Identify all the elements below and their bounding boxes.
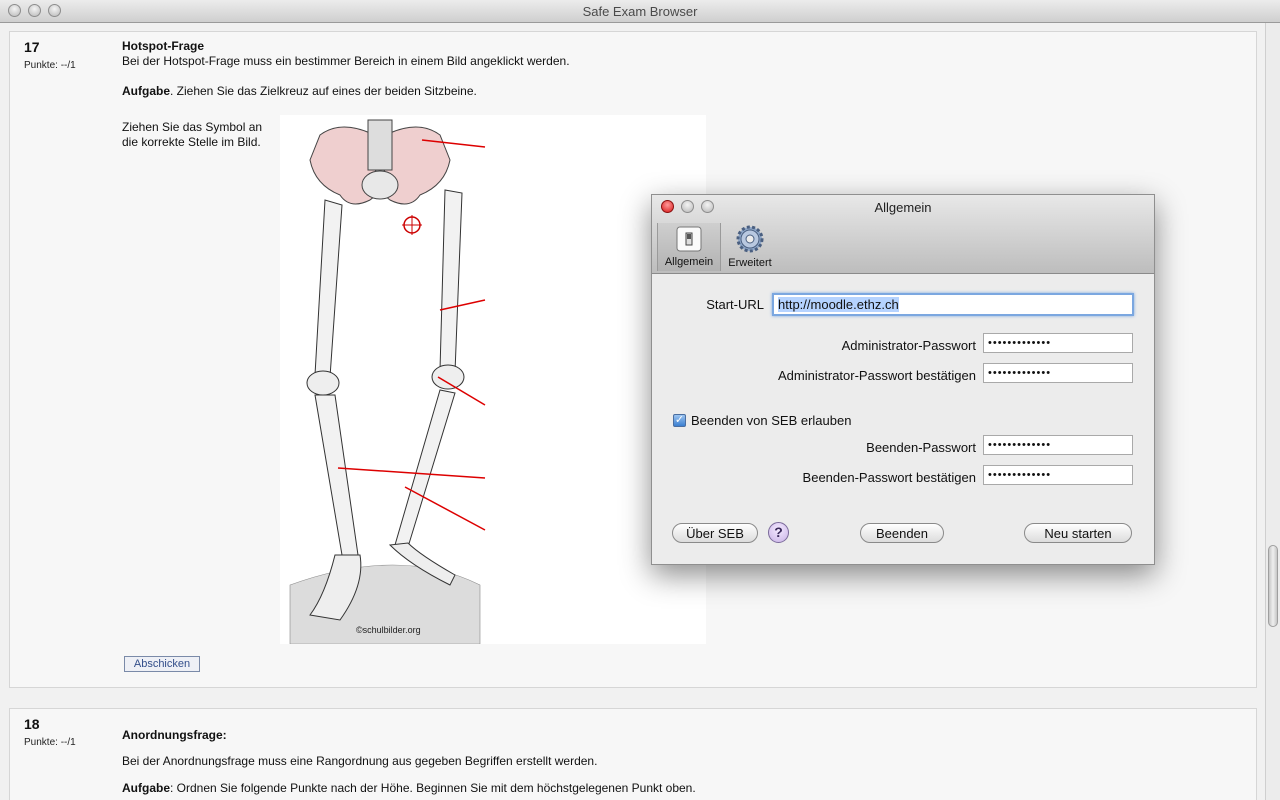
tab-allgemein[interactable]: Allgemein <box>657 223 721 271</box>
instruction-line: Ziehen Sie das Symbol an <box>122 120 263 134</box>
restart-button[interactable]: Neu starten <box>1024 523 1132 543</box>
admin-password-label: Administrator-Passwort <box>841 338 976 353</box>
preferences-dialog: Allgemein Allgemein Erweitert Start-URL … <box>651 194 1155 565</box>
question-title: Anordnungsfrage: <box>122 728 227 742</box>
start-url-label: Start-URL <box>706 297 764 312</box>
question-task: Aufgabe. Ziehen Sie das Zielkreuz auf ei… <box>122 84 477 98</box>
tab-label: Allgemein <box>664 256 714 268</box>
task-label: Aufgabe <box>122 84 170 98</box>
tab-label: Erweitert <box>728 257 772 269</box>
quit-password-field[interactable]: ••••••••••••• <box>983 435 1133 455</box>
vertical-scrollbar[interactable] <box>1265 23 1280 800</box>
submit-button[interactable]: Abschicken <box>124 656 200 672</box>
admin-password-confirm-field[interactable]: ••••••••••••• <box>983 363 1133 383</box>
allow-quit-label: Beenden von SEB erlauben <box>691 413 852 428</box>
scrollbar-thumb[interactable] <box>1268 545 1278 627</box>
dialog-toolbar: Allgemein Allgemein Erweitert <box>652 195 1154 274</box>
window-title: Safe Exam Browser <box>582 4 698 19</box>
quit-password-confirm-field[interactable]: ••••••••••••• <box>983 465 1133 485</box>
quit-button[interactable]: Beenden <box>860 523 944 543</box>
question-task: Aufgabe: Ordnen Sie folgende Punkte nach… <box>122 781 696 795</box>
question-points: Punkte: --/1 <box>24 60 76 71</box>
dialog-title: Allgemein <box>874 200 932 215</box>
instruction-line: die korrekte Stelle im Bild. <box>122 135 261 149</box>
allow-quit-checkbox[interactable]: ✓ <box>673 414 686 427</box>
help-button[interactable]: ? <box>768 522 789 543</box>
admin-password-field[interactable]: ••••••••••••• <box>983 333 1133 353</box>
question-description: Bei der Anordnungsfrage muss eine Rangor… <box>122 754 598 768</box>
about-seb-button[interactable]: Über SEB <box>672 523 758 543</box>
task-label: Aufgabe <box>122 781 170 795</box>
question-title: Hotspot-Frage <box>122 39 204 53</box>
task-text: . Ziehen Sie das Zielkreuz auf eines der… <box>170 84 477 98</box>
task-text: : Ordnen Sie folgende Punkte nach der Hö… <box>170 781 696 795</box>
tab-erweitert[interactable]: Erweitert <box>722 223 778 271</box>
quit-password-label: Beenden-Passwort <box>866 440 976 455</box>
quit-password-confirm-label: Beenden-Passwort bestätigen <box>802 470 976 485</box>
skeleton-legs-illustration <box>289 119 486 645</box>
window-titlebar: Safe Exam Browser <box>0 0 1280 23</box>
hotspot-instruction: Ziehen Sie das Symbol an die korrekte St… <box>122 120 262 150</box>
gear-icon <box>736 225 764 253</box>
switch-icon <box>676 226 702 252</box>
start-url-value: http://moodle.ethz.ch <box>778 297 899 312</box>
start-url-field[interactable]: http://moodle.ethz.ch <box>772 293 1134 316</box>
hotspot-image[interactable]: ©schulbilder.org <box>280 115 706 645</box>
question-description: Bei der Hotspot-Frage muss ein bestimmer… <box>122 54 570 68</box>
question-points: Punkte: --/1 <box>24 737 76 748</box>
image-credit: ©schulbilder.org <box>356 625 421 635</box>
question-number: 18 <box>24 716 40 732</box>
question-18: 18 Punkte: --/1 Anordnungsfrage: Bei der… <box>9 708 1257 800</box>
admin-password-confirm-label: Administrator-Passwort bestätigen <box>778 368 976 383</box>
question-number: 17 <box>24 39 40 55</box>
